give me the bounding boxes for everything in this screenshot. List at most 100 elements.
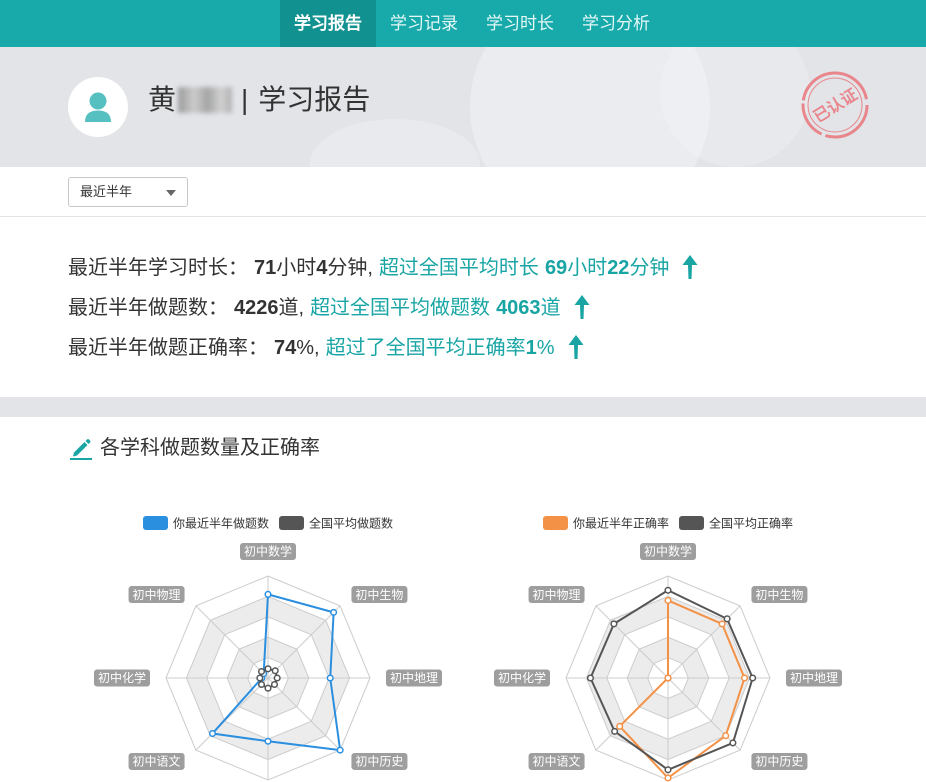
page-title: 学习报告 [258, 84, 371, 115]
axis-label: 初中历史 [351, 752, 408, 770]
data-point [611, 727, 619, 735]
stat-comparison: 超过了全国平均正确率1% [326, 337, 555, 359]
stat-label: 最近半年学习时长： [68, 257, 248, 279]
legend-swatch [143, 516, 168, 530]
comparison-text: 超过了全国平均正确率 [325, 337, 526, 359]
axis-label-text: 初中语文 [133, 754, 181, 769]
comparison-text: 超过全国平均做题数 [310, 297, 491, 319]
stat-unit: % [296, 337, 315, 359]
stat-unit: 分钟 [327, 257, 368, 279]
legend-label: 全国平均做题数 [309, 515, 393, 530]
arrow-up-icon [568, 335, 584, 359]
stat-value: 4226 [234, 297, 279, 319]
heading-separator: | [241, 84, 249, 115]
legend-label: 你最近半年正确率 [573, 515, 669, 530]
data-point [271, 667, 279, 675]
stat-question-count: 最近半年做题数： 4226道, 超过全国平均做题数 4063道 [68, 293, 590, 323]
stat-value: 74 [274, 337, 297, 359]
tab-study-time[interactable]: 学习时长 [472, 0, 568, 47]
legend-swatch [279, 516, 304, 530]
chevron-down-icon [166, 190, 176, 196]
data-point [723, 615, 731, 623]
top-nav: 学习报告 学习记录 学习时长 学习分析 [0, 0, 926, 47]
data-point [718, 620, 726, 628]
data-point [664, 674, 672, 682]
data-point [749, 674, 757, 682]
nav-tabs: 学习报告 学习记录 学习时长 学习分析 [280, 0, 664, 47]
axis-label-text: 初中语文 [533, 754, 581, 769]
data-point [664, 774, 672, 782]
data-point [616, 722, 624, 730]
legend-item[interactable]: 全国平均做题数 [279, 515, 393, 530]
data-point [264, 590, 272, 598]
stat-unit: 小时 [276, 257, 317, 279]
stat-unit: 分钟 [629, 257, 670, 279]
radar-chart-question-count: 初中数学初中生物初中地理初中历史 初中语文 初中化学 初中物理 你最近半年做题数 全国平均… [94, 515, 442, 781]
axis-label: 初中生物 [351, 586, 408, 604]
data-point [264, 684, 272, 692]
axis-label: 初中历史 [751, 752, 808, 770]
legend-item[interactable]: 你最近半年做题数 [143, 515, 269, 530]
data-point [256, 674, 264, 682]
period-select[interactable]: 最近半年 [68, 177, 188, 207]
axis-label: 初中地理 [786, 669, 842, 687]
student-name: 黄 [148, 84, 177, 115]
axis-label: 初中化学 [494, 669, 550, 687]
arrow-up-icon [682, 255, 698, 279]
axis-label-text: 初中化学 [498, 670, 546, 685]
legend-label: 全国平均正确率 [709, 515, 793, 530]
axis-label: 初中物理 [528, 586, 585, 604]
axis-label: 初中语文 [128, 752, 185, 770]
data-point [330, 608, 338, 616]
diff-value: 1 [525, 337, 537, 359]
section-separator-band [0, 397, 926, 417]
axis-label-text: 初中地理 [390, 670, 438, 685]
stat-label: 最近半年做题正确率： [68, 337, 268, 359]
radar-charts: 初中数学初中生物初中地理初中历史 初中语文 初中化学 初中物理 你最近半年做题数 全国平均… [94, 515, 842, 782]
data-point [664, 596, 672, 605]
avg-hours: 69 [544, 257, 568, 279]
axis-label: 初中语文 [528, 752, 585, 770]
legend-swatch [679, 516, 704, 530]
data-point [270, 680, 279, 689]
period-select-value: 最近半年 [80, 184, 133, 199]
axis-label-text: 初中数学 [644, 544, 692, 559]
stat-comparison: 超过全国平均做题数 4063道 [310, 297, 561, 319]
data-point [208, 729, 217, 738]
tab-study-records[interactable]: 学习记录 [376, 0, 472, 47]
tab-study-analysis[interactable]: 学习分析 [568, 0, 664, 47]
axis-label-text: 初中生物 [755, 587, 803, 602]
stat-unit: 小时 [567, 257, 608, 279]
tab-study-report[interactable]: 学习报告 [280, 0, 376, 47]
axis-label-text: 初中历史 [355, 754, 403, 769]
stat-minutes: 4 [316, 257, 328, 279]
filter-bar: 最近半年 [0, 167, 926, 216]
section-title: 各学科做题数量及正确率 [100, 437, 320, 459]
divider [0, 216, 926, 217]
data-point [722, 732, 730, 740]
radar-chart-accuracy: 初中数学初中生物初中地理初中历史 初中语文 初中化学 初中物理 你最近半年正确率 全国平均… [494, 515, 842, 782]
axis-label: 初中物理 [128, 586, 185, 604]
data-point [610, 620, 618, 628]
data-point [273, 674, 281, 682]
stat-separator: , [298, 297, 305, 319]
data-point [336, 746, 344, 754]
data-point [257, 667, 266, 676]
stat-label: 最近半年做题数： [68, 297, 228, 319]
axis-label-text: 初中物理 [533, 587, 581, 602]
data-point [664, 586, 672, 594]
stat-separator: , [367, 257, 373, 279]
legend-item[interactable]: 你最近半年正确率 [543, 515, 669, 530]
axis-label-text: 初中生物 [355, 587, 403, 602]
stat-unit: 道 [278, 297, 299, 319]
page-heading: 黄 | 学习报告 [148, 80, 370, 120]
data-point [264, 737, 272, 745]
stat-comparison: 超过全国平均时长 69小时22分钟 [379, 257, 670, 279]
axis-label-text: 初中化学 [98, 670, 146, 685]
stat-unit: 道 [540, 297, 561, 319]
avg-minutes: 22 [607, 257, 630, 279]
axis-label: 初中化学 [94, 669, 150, 687]
stat-unit: % [536, 337, 555, 359]
legend-swatch [543, 516, 568, 530]
legend-item[interactable]: 全国平均正确率 [679, 515, 793, 530]
